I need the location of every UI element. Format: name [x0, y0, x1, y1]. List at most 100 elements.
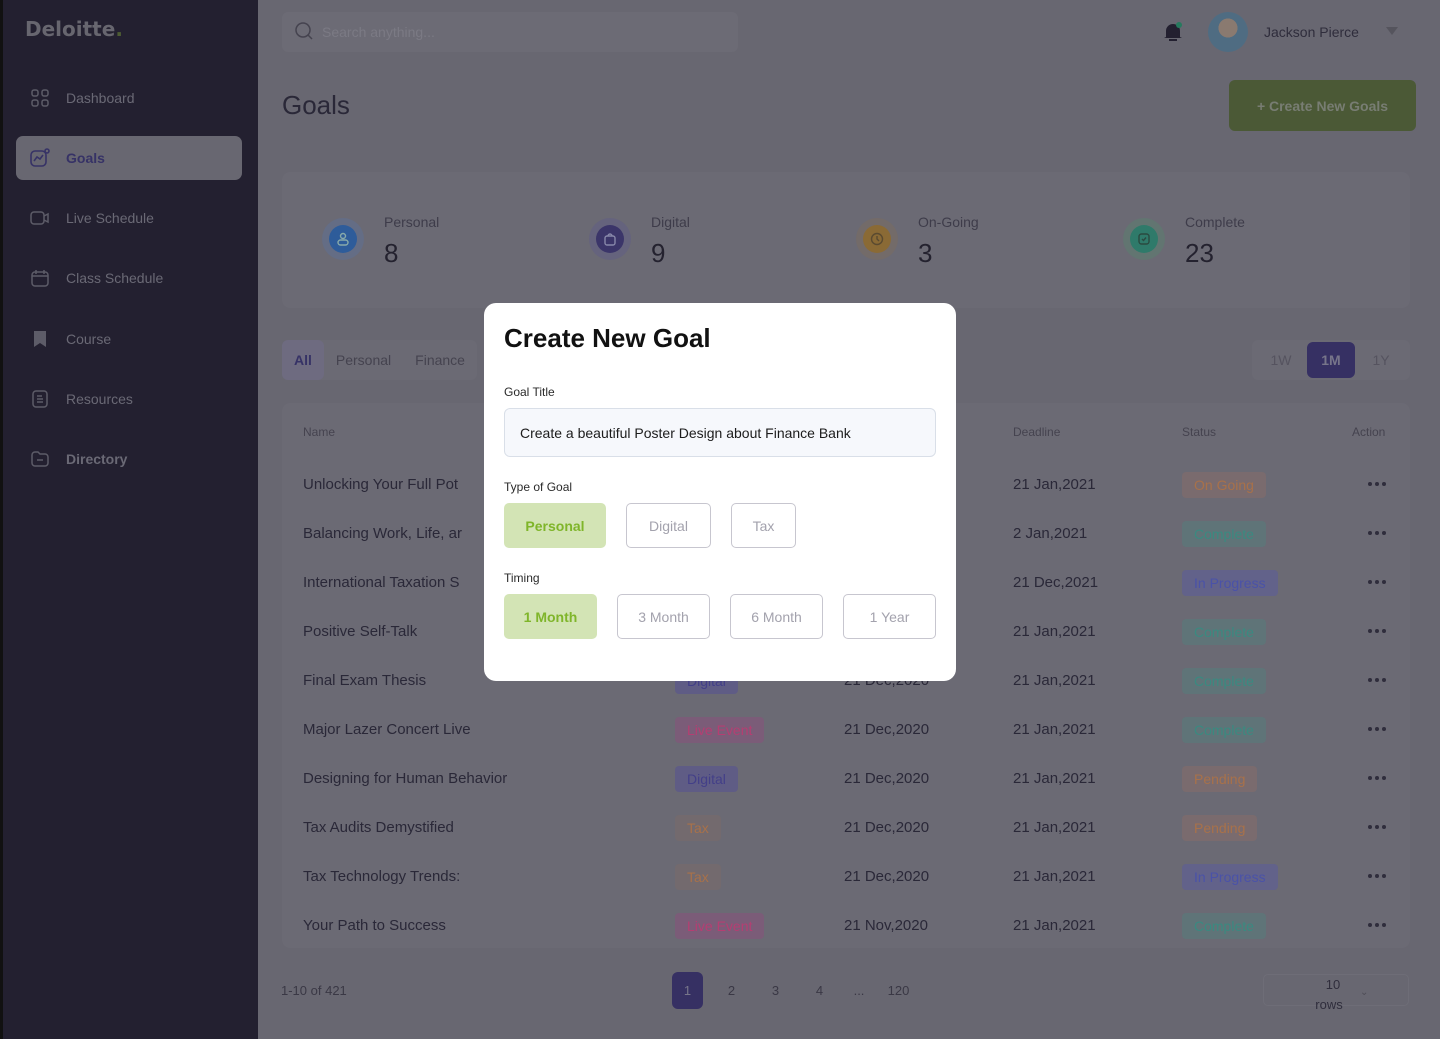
goal-name: Unlocking Your Full Pot: [303, 472, 458, 498]
sidebar-item-dashboard[interactable]: Dashboard: [16, 76, 242, 120]
type-option-tax[interactable]: Tax: [731, 503, 796, 548]
deadline: 21 Jan,2021: [1013, 717, 1096, 743]
start-date: 21 Dec,2020: [844, 766, 929, 792]
type-badge: Tax: [675, 815, 721, 842]
rows-value: 10: [1325, 977, 1341, 992]
status-badge-text: Complete: [1182, 913, 1266, 939]
more-options-icon[interactable]: [1368, 874, 1386, 878]
status-badge: Complete: [1182, 913, 1266, 940]
deadline: 21 Jan,2021: [1013, 815, 1096, 841]
status-badge-text: Complete: [1182, 668, 1266, 694]
more-options-icon[interactable]: [1368, 776, 1386, 780]
type-option-personal[interactable]: Personal: [504, 503, 606, 548]
page-button[interactable]: 4: [804, 972, 835, 1009]
search-input[interactable]: Search anything...: [282, 12, 738, 52]
header-action: Action: [1352, 425, 1386, 439]
sidebar-item-label: Resources: [66, 391, 133, 407]
table-row[interactable]: Your Path to Success Live Event 21 Nov,202…: [282, 913, 1410, 962]
sidebar: Deloitte. Dashboard Goals Live Schedule …: [0, 0, 258, 1039]
deadline-text: 21 Jan,2021: [1013, 672, 1096, 689]
type-badge-text: Tax: [675, 864, 721, 890]
sidebar-item-course[interactable]: Course: [16, 317, 242, 361]
brand-logo[interactable]: Deloitte.: [25, 17, 123, 41]
timing-option-1-year[interactable]: 1 Year: [843, 594, 936, 639]
stat-label: Digital: [651, 214, 690, 230]
page-button[interactable]: 1: [672, 972, 703, 1009]
timing-option-1-month[interactable]: 1 Month: [504, 594, 597, 639]
deadline-text: 2 Jan,2021: [1013, 525, 1088, 542]
stat-value: 23: [1185, 238, 1214, 268]
bag-icon: [589, 218, 631, 260]
type-badge-text: Live Event: [675, 913, 765, 939]
sidebar-item-class-schedule[interactable]: Class Schedule: [16, 256, 242, 300]
sidebar-item-live-schedule[interactable]: Live Schedule: [16, 196, 242, 240]
range-1m[interactable]: 1M: [1307, 342, 1355, 378]
sidebar-item-goals[interactable]: Goals: [16, 136, 242, 180]
more-options-icon[interactable]: [1368, 727, 1386, 731]
table-row[interactable]: Tax Technology Trends: Tax 21 Dec,2020 21 J…: [282, 864, 1410, 913]
rows-per-page-select[interactable]: 10 rows ⌄: [1263, 974, 1409, 1012]
chevron-down-icon[interactable]: [1386, 27, 1398, 35]
goal-name: Balancing Work, Life, ar: [303, 521, 462, 547]
timing-label: Timing: [504, 571, 540, 585]
status-badge-text: On Going: [1182, 472, 1266, 498]
search-placeholder: Search anything...: [322, 24, 435, 40]
sidebar-item-label: Dashboard: [66, 90, 135, 106]
status-badge-text: Complete: [1182, 717, 1266, 743]
timing-option-6-month[interactable]: 6 Month: [730, 594, 823, 639]
range-1w[interactable]: 1W: [1257, 342, 1305, 378]
more-options-icon[interactable]: [1368, 678, 1386, 682]
goal-name-text: Designing for Human Behavior: [303, 770, 508, 787]
create-new-goals-button[interactable]: + Create New Goals: [1229, 80, 1416, 131]
deadline: 21 Jan,2021: [1013, 472, 1096, 498]
status-badge-text: Complete: [1182, 521, 1266, 547]
start-date-text: 21 Dec,2020: [844, 868, 930, 885]
type-option-digital[interactable]: Digital: [626, 503, 711, 548]
deadline: 21 Jan,2021: [1013, 668, 1096, 694]
type-badge: Live Event: [675, 913, 765, 940]
type-badge: Live Event: [675, 717, 765, 744]
more-options-icon[interactable]: [1368, 580, 1386, 584]
more-options-icon[interactable]: [1368, 629, 1386, 633]
type-of-goal-label: Type of Goal: [504, 480, 573, 494]
page-button[interactable]: ...: [848, 972, 870, 1009]
timing-option-3-month[interactable]: 3 Month: [617, 594, 710, 639]
time-range-toggle: 1W 1M 1Y: [1252, 340, 1410, 380]
goal-name-text: Major Lazer Concert Live: [303, 721, 471, 738]
header-name: Name: [303, 425, 336, 439]
table-row[interactable]: Major Lazer Concert Live Live Event 21 Dec…: [282, 717, 1410, 766]
tab-personal[interactable]: Personal: [324, 340, 403, 380]
user-name[interactable]: Jackson Pierce: [1264, 24, 1359, 40]
clock-icon: [856, 218, 898, 260]
page-button[interactable]: 120: [883, 972, 914, 1009]
stat-label: Complete: [1185, 214, 1245, 230]
goal-name: Your Path to Success: [303, 913, 446, 939]
sidebar-item-directory[interactable]: Directory: [16, 437, 242, 481]
person-icon: [322, 218, 364, 260]
document-icon: [30, 389, 50, 409]
header-status: Status: [1182, 425, 1217, 439]
notification-bell-icon[interactable]: [1162, 21, 1184, 48]
goal-name: International Taxation S: [303, 570, 460, 596]
page-button[interactable]: 3: [760, 972, 791, 1009]
deadline-text: 21 Jan,2021: [1013, 770, 1096, 787]
page-button[interactable]: 2: [716, 972, 747, 1009]
more-options-icon[interactable]: [1368, 531, 1386, 535]
tab-finance[interactable]: Finance: [403, 340, 477, 380]
avatar[interactable]: [1208, 12, 1248, 52]
more-options-icon[interactable]: [1368, 923, 1386, 927]
more-options-icon[interactable]: [1368, 825, 1386, 829]
deadline-text: 21 Jan,2021: [1013, 868, 1096, 885]
tab-all[interactable]: All: [282, 340, 324, 380]
table-row[interactable]: Designing for Human Behavior Digital 21 De…: [282, 766, 1410, 815]
status-badge-text: Pending: [1182, 766, 1258, 792]
goal-name-text: Unlocking Your Full Pot: [303, 476, 459, 493]
start-date: 21 Dec,2020: [844, 717, 929, 743]
table-row[interactable]: Tax Audits Demystified Tax 21 Dec,2020 21 J…: [282, 815, 1410, 864]
range-1y[interactable]: 1Y: [1357, 342, 1405, 378]
more-options-icon[interactable]: [1368, 482, 1386, 486]
sidebar-item-resources[interactable]: Resources: [16, 377, 242, 421]
status-badge: Complete: [1182, 521, 1266, 548]
goal-title-input[interactable]: [504, 408, 936, 457]
goal-name-text: Tax Technology Trends:: [303, 868, 461, 885]
